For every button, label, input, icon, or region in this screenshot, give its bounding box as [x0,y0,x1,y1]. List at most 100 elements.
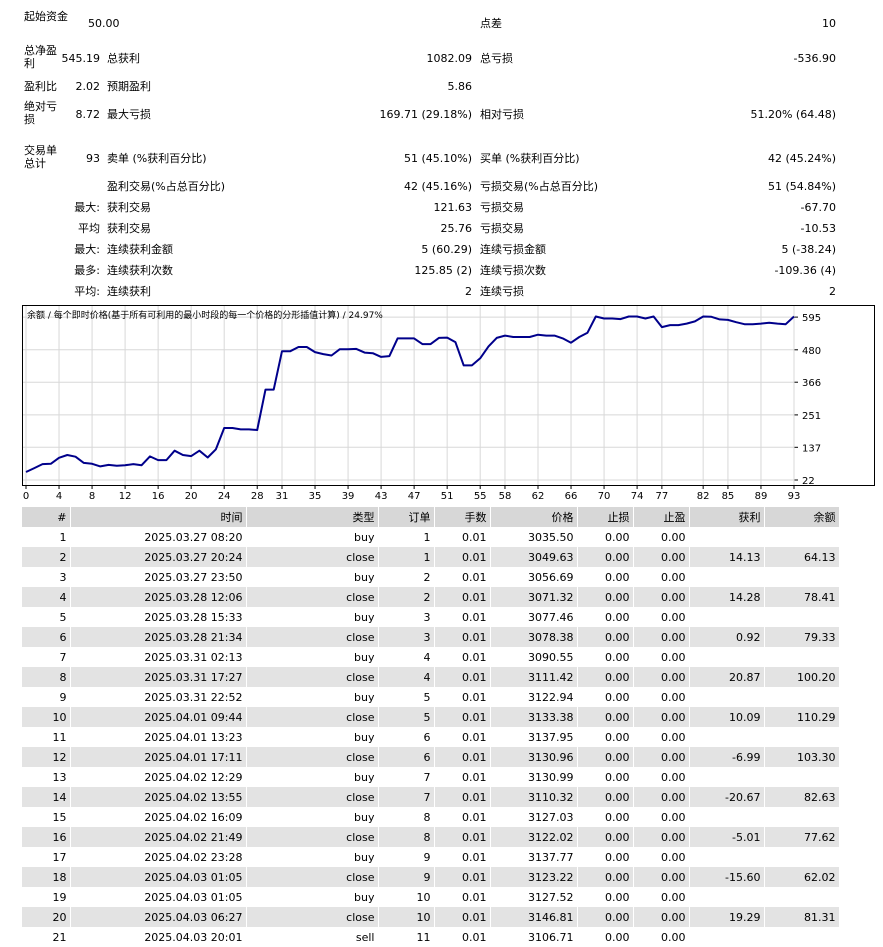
cell-order: 7 [378,787,435,807]
cell-balance: 103.30 [764,747,840,767]
average-consecutive-wins-value: 2 [465,285,472,298]
profit-trades-label: 盈利交易(%占总百分比) [107,180,226,193]
cell-lots: 0.01 [434,687,491,707]
cell-type: buy [246,807,379,827]
table-row[interactable]: 13 2025.04.02 12:29 buy 7 0.01 3130.99 0.00 0.0… [22,767,840,787]
cell-type: buy [246,767,379,787]
cell-profit: 14.13 [689,547,765,567]
cell-balance: 77.62 [764,827,840,847]
x-tick-label: 51 [441,491,454,500]
cell-order: 9 [378,867,435,887]
table-row[interactable]: 2 2025.03.27 20:24 close 1 0.01 3049.63 0.00 0.… [22,547,840,567]
column-header-balance[interactable]: 余额 [764,507,840,527]
cell-time: 2025.03.27 08:20 [70,527,247,547]
average-consecutive-wins-label: 连续获利 [107,285,151,298]
table-row[interactable]: 20 2025.04.03 06:27 close 10 0.01 3146.81 0.00… [22,907,840,927]
cell-order: 9 [378,847,435,867]
column-header-lots[interactable]: 手数 [434,507,491,527]
cell-stop-loss: 0.00 [577,887,634,907]
cell-take-profit: 0.00 [633,587,690,607]
column-header-order[interactable]: 订单 [378,507,435,527]
chart-frame [22,305,875,486]
cell-price: 3122.94 [490,687,578,707]
cell-type: close [246,907,379,927]
table-row[interactable]: 15 2025.04.02 16:09 buy 8 0.01 3127.03 0.00 0.0… [22,807,840,827]
x-tick-label: 82 [697,491,710,500]
cell-price: 3127.03 [490,807,578,827]
table-row[interactable]: 4 2025.03.28 12:06 close 2 0.01 3071.32 0.00 0.… [22,587,840,607]
x-tick-label: 31 [276,491,289,500]
maximal-consecutive-profit-label: 连续获利次数 [107,264,173,277]
table-row[interactable]: 14 2025.04.02 13:55 close 7 0.01 3110.32 0.00 0… [22,787,840,807]
table-row[interactable]: 6 2025.03.28 21:34 close 3 0.01 3078.38 0.00 0.… [22,627,840,647]
column-header-take-profit[interactable]: 止盈 [633,507,690,527]
table-row[interactable]: 16 2025.04.02 21:49 close 8 0.01 3122.02 0.00 0… [22,827,840,847]
cell-lots: 0.01 [434,567,491,587]
cell-index: 7 [22,647,71,667]
average-loss-value: -10.53 [800,222,836,235]
table-row[interactable]: 17 2025.04.02 23:28 buy 9 0.01 3137.77 0.00 0.0… [22,847,840,867]
column-header-type[interactable]: 类型 [246,507,379,527]
cell-take-profit: 0.00 [633,767,690,787]
cell-index: 17 [22,847,71,867]
cell-index: 14 [22,787,71,807]
x-tick-label: 62 [532,491,545,500]
cell-stop-loss: 0.00 [577,727,634,747]
cell-lots: 0.01 [434,527,491,547]
column-header-profit[interactable]: 获利 [689,507,765,527]
cell-time: 2025.04.03 06:27 [70,907,247,927]
table-row[interactable]: 9 2025.03.31 22:52 buy 5 0.01 3122.94 0.00 0.00 [22,687,840,707]
cell-index: 16 [22,827,71,847]
cell-type: buy [246,607,379,627]
cell-stop-loss: 0.00 [577,707,634,727]
table-row[interactable]: 21 2025.04.03 20:01 sell 11 0.01 3106.71 0.00 0… [22,927,840,947]
cell-time: 2025.04.01 09:44 [70,707,247,727]
cell-time: 2025.04.01 17:11 [70,747,247,767]
cell-time: 2025.04.02 12:29 [70,767,247,787]
cell-time: 2025.04.03 20:01 [70,927,247,947]
table-row[interactable]: 5 2025.03.28 15:33 buy 3 0.01 3077.46 0.00 0.00 [22,607,840,627]
long-positions-value: 42 (45.24%) [767,152,836,165]
cell-order: 8 [378,807,435,827]
table-row[interactable]: 10 2025.04.01 09:44 close 5 0.01 3133.38 0.00 0… [22,707,840,727]
cell-order: 6 [378,727,435,747]
maximal-consecutive-loss-label: 连续亏损次数 [480,264,546,277]
column-header-index[interactable]: # [22,507,71,527]
cell-type: buy [246,687,379,707]
cell-take-profit: 0.00 [633,807,690,827]
cell-order: 6 [378,747,435,767]
cell-take-profit: 0.00 [633,607,690,627]
cell-balance: 82.63 [764,787,840,807]
table-row[interactable]: 11 2025.04.01 13:23 buy 6 0.01 3137.95 0.00 0.0… [22,727,840,747]
trades-table: # 时间 类型 订单 手数 价格 止损 止盈 获利 余额 1 2025.03.27 08:20 buy… [22,507,840,947]
cell-time: 2025.03.31 17:27 [70,667,247,687]
cell-profit [689,567,765,587]
table-row[interactable]: 8 2025.03.31 17:27 close 4 0.01 3111.42 0.00 0.… [22,667,840,687]
cell-lots: 0.01 [434,547,491,567]
cell-balance [764,847,840,867]
table-row[interactable]: 19 2025.04.03 01:05 buy 10 0.01 3127.52 0.00 0.… [22,887,840,907]
table-row[interactable]: 3 2025.03.27 23:50 buy 2 0.01 3056.69 0.00 0.00 [22,567,840,587]
column-header-stop-loss[interactable]: 止损 [577,507,634,527]
table-row[interactable]: 1 2025.03.27 08:20 buy 1 0.01 3035.50 0.00 0.00 [22,527,840,547]
x-tick-label: 77 [656,491,669,500]
cell-price: 3122.02 [490,827,578,847]
table-row[interactable]: 7 2025.03.31 02:13 buy 4 0.01 3090.55 0.00 0.00 [22,647,840,667]
cell-lots: 0.01 [434,767,491,787]
cell-lots: 0.01 [434,887,491,907]
column-header-time[interactable]: 时间 [70,507,247,527]
cell-time: 2025.03.28 12:06 [70,587,247,607]
table-row[interactable]: 18 2025.04.03 01:05 close 9 0.01 3123.22 0.00 0… [22,867,840,887]
cell-take-profit: 0.00 [633,707,690,727]
cell-take-profit: 0.00 [633,647,690,667]
table-body: 1 2025.03.27 08:20 buy 1 0.01 3035.50 0.00 0.00… [22,527,840,947]
column-header-price[interactable]: 价格 [490,507,578,527]
cell-index: 8 [22,667,71,687]
cell-profit: 14.28 [689,587,765,607]
cell-take-profit: 0.00 [633,627,690,647]
cell-index: 5 [22,607,71,627]
table-row[interactable]: 12 2025.04.01 17:11 close 6 0.01 3130.96 0.00 0… [22,747,840,767]
cell-profit: 19.29 [689,907,765,927]
cell-order: 10 [378,887,435,907]
cell-balance [764,527,840,547]
